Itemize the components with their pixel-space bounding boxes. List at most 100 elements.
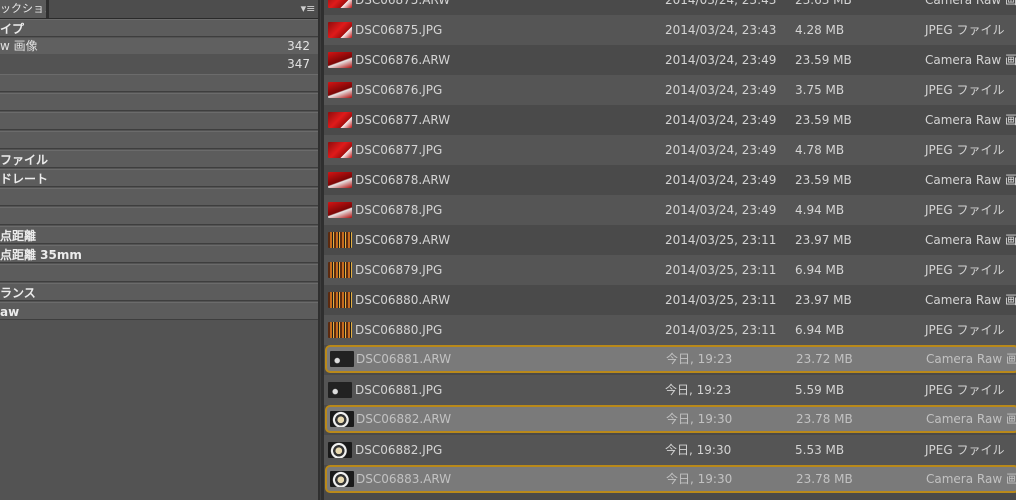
- file-size: 5.53 MB: [795, 443, 845, 457]
- filter-category-header[interactable]: [0, 131, 318, 149]
- file-name: DSC06878.ARW: [355, 173, 451, 187]
- file-type: Camera Raw 画: [926, 472, 1016, 486]
- file-row[interactable]: DSC06881.ARW 今日, 19:23 23.72 MB Camera Raw …: [325, 345, 1016, 373]
- file-name: DSC06876.ARW: [355, 53, 451, 67]
- file-type: JPEG ファイル: [925, 323, 1005, 337]
- file-name: DSC06875.JPG: [355, 23, 443, 37]
- thumbnail-image: [330, 411, 354, 427]
- filter-option[interactable]: 347: [0, 56, 318, 72]
- file-type: JPEG ファイル: [925, 23, 1005, 37]
- file-size: 23.97 MB: [795, 233, 852, 247]
- filter-category-header[interactable]: ファイル: [0, 150, 318, 168]
- file-row[interactable]: DSC06880.JPG 2014/03/25, 23:11 6.94 MB JPEG…: [324, 315, 1016, 345]
- thumbnail-image: [328, 142, 352, 158]
- file-type: Camera Raw 画: [925, 0, 1016, 7]
- file-name: DSC06879.ARW: [355, 233, 451, 247]
- filter-category-header[interactable]: [0, 93, 318, 111]
- filter-category-header[interactable]: [0, 74, 318, 92]
- file-size: 23.59 MB: [795, 113, 852, 127]
- file-row[interactable]: DSC06880.ARW 2014/03/25, 23:11 23.97 MB Cam…: [324, 285, 1016, 315]
- file-date: 2014/03/24, 23:49: [665, 173, 777, 187]
- file-name: DSC06880.ARW: [355, 293, 451, 307]
- file-size: 23.63 MB: [795, 0, 852, 7]
- file-type: JPEG ファイル: [925, 263, 1005, 277]
- filter-category-header[interactable]: 点距離: [0, 226, 318, 244]
- filter-category-header[interactable]: [0, 188, 318, 206]
- thumbnail-image: [328, 442, 352, 458]
- filter-panel: ックション ▾≡ イプ w 画像 342 347 ファイルドレート点距離点距離 35mm…: [0, 0, 318, 500]
- thumbnail-image: [328, 322, 352, 338]
- panel-menu-icon[interactable]: ▾≡: [300, 2, 316, 16]
- file-date: 2014/03/25, 23:11: [665, 233, 777, 247]
- thumbnail-image: [328, 22, 352, 38]
- file-row[interactable]: DSC06883.ARW 今日, 19:30 23.78 MB Camera Raw …: [325, 465, 1016, 493]
- filter-category-header[interactable]: ランス: [0, 283, 318, 301]
- file-row[interactable]: DSC06875.ARW 2014/03/24, 23:43 23.63 MB Cam…: [324, 0, 1016, 15]
- file-date: 2014/03/24, 23:49: [665, 113, 777, 127]
- tab-collection[interactable]: ックション: [0, 0, 47, 18]
- filter-category-label: 点距離: [0, 229, 37, 243]
- file-row[interactable]: DSC06878.ARW 2014/03/24, 23:49 23.59 MB Cam…: [324, 165, 1016, 195]
- file-row[interactable]: DSC06875.JPG 2014/03/24, 23:43 4.28 MB JPEG…: [324, 15, 1016, 45]
- file-date: 2014/03/24, 23:49: [665, 83, 777, 97]
- file-list: DSC06875.ARW 2014/03/24, 23:43 23.63 MB Cam…: [324, 0, 1016, 500]
- file-name: DSC06881.ARW: [356, 352, 452, 366]
- file-row[interactable]: DSC06879.ARW 2014/03/25, 23:11 23.97 MB Cam…: [324, 225, 1016, 255]
- filter-category-header[interactable]: [0, 207, 318, 225]
- file-date: 2014/03/24, 23:49: [665, 53, 777, 67]
- file-row[interactable]: DSC06877.JPG 2014/03/24, 23:49 4.78 MB JPEG…: [324, 135, 1016, 165]
- filter-category-header[interactable]: [0, 112, 318, 130]
- file-type: Camera Raw 画: [925, 173, 1016, 187]
- file-type: Camera Raw 画: [926, 352, 1016, 366]
- filter-category-label: 点距離 35mm: [0, 248, 82, 262]
- filter-category-header[interactable]: 点距離 35mm: [0, 245, 318, 263]
- file-type: Camera Raw 画: [925, 233, 1016, 247]
- file-row[interactable]: DSC06877.ARW 2014/03/24, 23:49 23.59 MB Cam…: [324, 105, 1016, 135]
- file-date: 今日, 19:23: [665, 383, 732, 397]
- file-date: 2014/03/25, 23:11: [665, 293, 777, 307]
- file-size: 4.28 MB: [795, 23, 845, 37]
- tabbar-empty-area: [49, 0, 318, 18]
- filter-category-header[interactable]: ドレート: [0, 169, 318, 187]
- file-date: 今日, 19:30: [665, 443, 732, 457]
- file-name: DSC06882.JPG: [355, 443, 443, 457]
- file-date: 今日, 19:23: [666, 352, 733, 366]
- filter-category-label: aw: [0, 305, 20, 319]
- file-row[interactable]: DSC06879.JPG 2014/03/25, 23:11 6.94 MB JPEG…: [324, 255, 1016, 285]
- file-size: 23.78 MB: [796, 412, 853, 426]
- file-row[interactable]: DSC06882.JPG 今日, 19:30 5.53 MB JPEG ファイル: [324, 435, 1016, 465]
- filter-category-header[interactable]: イプ: [0, 19, 318, 37]
- file-name: DSC06877.JPG: [355, 143, 443, 157]
- file-row[interactable]: DSC06878.JPG 2014/03/24, 23:49 4.94 MB JPEG…: [324, 195, 1016, 225]
- file-size: 4.94 MB: [795, 203, 845, 217]
- file-size: 23.59 MB: [795, 173, 852, 187]
- file-name: DSC06876.JPG: [355, 83, 443, 97]
- file-name: DSC06880.JPG: [355, 323, 443, 337]
- file-name: DSC06881.JPG: [355, 383, 443, 397]
- thumbnail-image: [328, 82, 352, 98]
- thumbnail-image: [328, 0, 352, 8]
- filter-category-header[interactable]: aw: [0, 302, 318, 320]
- filter-category-label: ファイル: [0, 153, 49, 167]
- file-row[interactable]: DSC06881.JPG 今日, 19:23 5.59 MB JPEG ファイル: [324, 375, 1016, 405]
- file-row[interactable]: DSC06876.ARW 2014/03/24, 23:49 23.59 MB Cam…: [324, 45, 1016, 75]
- file-type: JPEG ファイル: [925, 203, 1005, 217]
- file-row[interactable]: DSC06882.ARW 今日, 19:30 23.78 MB Camera Raw …: [325, 405, 1016, 433]
- file-size: 6.94 MB: [795, 323, 845, 337]
- file-size: 23.78 MB: [796, 472, 853, 486]
- file-type: JPEG ファイル: [925, 83, 1005, 97]
- filter-option-count: 347: [287, 57, 310, 71]
- file-date: 2014/03/24, 23:43: [665, 0, 777, 7]
- file-name: DSC06879.JPG: [355, 263, 443, 277]
- filter-category-header[interactable]: [0, 264, 318, 282]
- file-name: DSC06883.ARW: [356, 472, 452, 486]
- file-size: 23.59 MB: [795, 53, 852, 67]
- file-type: JPEG ファイル: [925, 443, 1005, 457]
- filter-option[interactable]: w 画像 342: [0, 38, 318, 54]
- file-date: 2014/03/24, 23:43: [665, 23, 777, 37]
- filter-category-label: ランス: [0, 286, 36, 300]
- thumbnail-image: [330, 471, 354, 487]
- filter-option-count: 342: [287, 39, 310, 53]
- file-row[interactable]: DSC06876.JPG 2014/03/24, 23:49 3.75 MB JPEG…: [324, 75, 1016, 105]
- thumbnail-image: [328, 172, 352, 188]
